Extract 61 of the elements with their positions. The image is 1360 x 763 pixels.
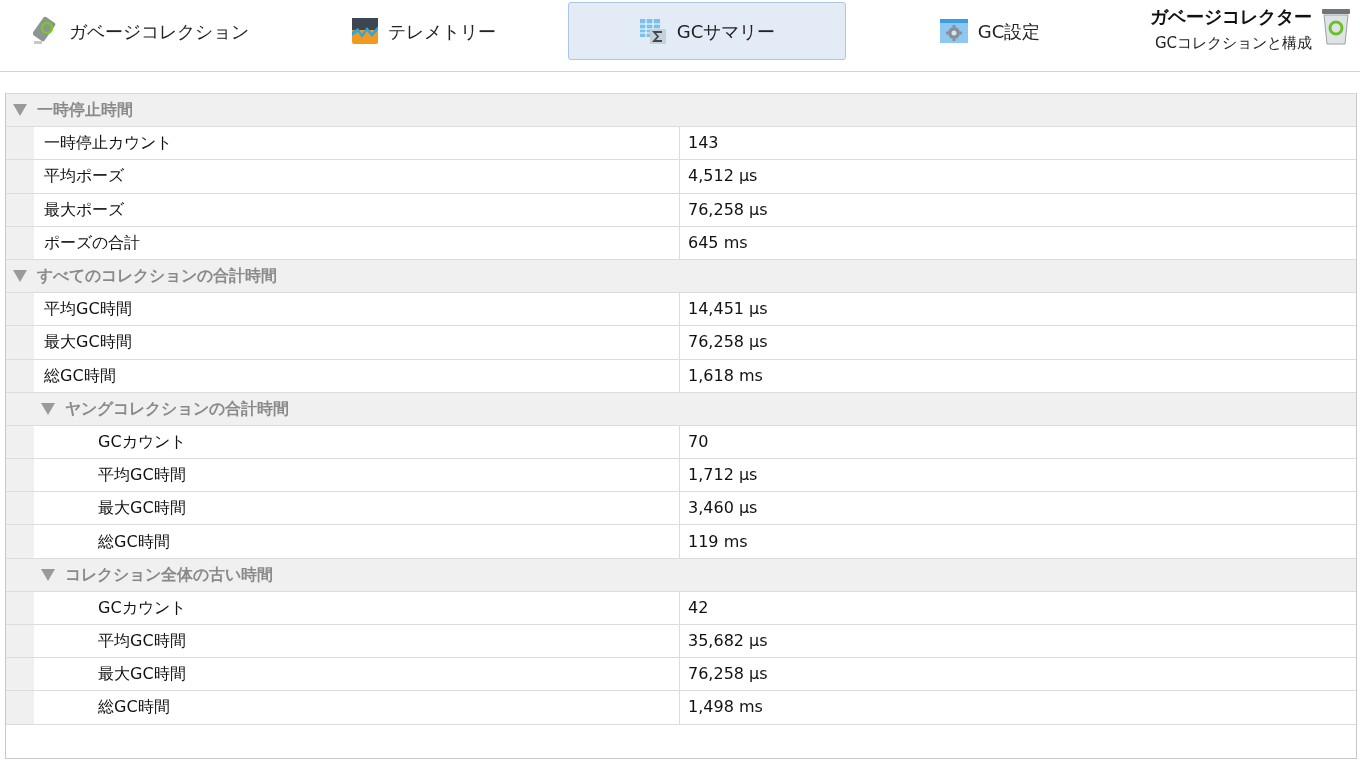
property-value-cell-text: 143 xyxy=(687,132,720,155)
property-value-cell-text: 4,512 µs xyxy=(687,165,759,188)
gear-window-icon xyxy=(939,18,968,44)
row-gutter xyxy=(6,492,34,525)
row-gutter xyxy=(6,127,34,160)
sum-table-icon xyxy=(638,17,667,45)
row-gutter xyxy=(6,293,34,326)
row-gutter xyxy=(6,160,34,193)
toolbar-tab[interactable]: GC設定 xyxy=(851,2,1129,60)
row-gutter xyxy=(6,425,34,459)
property-value-cell-text: 76,258 µs xyxy=(687,331,769,354)
property-name-cell: 平均ポーズ xyxy=(34,160,680,193)
property-value-cell-text: 14,451 µs xyxy=(687,298,769,321)
property-name-cell: 最大GC時間 xyxy=(34,658,680,691)
property-value-cell-text: 3,460 µs xyxy=(687,497,759,520)
toolbar-tab[interactable]: ガベージコレクション xyxy=(2,2,280,60)
property-name-cell: GCカウント xyxy=(34,591,680,624)
expand-toggle-icon[interactable] xyxy=(41,568,55,581)
property-value-cell-text: 42 xyxy=(687,596,710,619)
row-gutter xyxy=(6,525,34,558)
expand-toggle-icon[interactable] xyxy=(41,402,55,415)
property-name-cell: 最大GC時間 xyxy=(34,326,680,359)
group-label: コレクション全体の古い時間 xyxy=(65,563,273,586)
row-gutter xyxy=(6,625,34,658)
property-value-cell-text: 645 ms xyxy=(687,231,749,254)
row-gutter xyxy=(6,359,34,392)
property-value-cell-text: 119 ms xyxy=(687,530,749,553)
property-value-cell-text: 35,682 µs xyxy=(687,630,769,653)
property-name-cell: 一時停止カウント xyxy=(34,127,680,160)
property-value-cell-text: 1,712 µs xyxy=(687,464,759,487)
panel-title: ガベージコレクター xyxy=(1150,6,1312,28)
property-name-cell: 総GC時間 xyxy=(34,525,680,558)
row-gutter xyxy=(6,658,34,691)
row-gutter xyxy=(6,459,34,492)
property-name-cell: 最大ポーズ xyxy=(34,193,680,226)
property-value-cell-text: 1,498 ms xyxy=(687,696,764,719)
chart-icon xyxy=(352,18,378,44)
property-name-cell: 総GC時間 xyxy=(34,691,680,724)
property-name-cell: 平均GC時間 xyxy=(34,625,680,658)
property-value-cell-text: 76,258 µs xyxy=(687,663,769,686)
group-label: すべてのコレクションの合計時間 xyxy=(37,265,277,288)
panel-subtitle: GCコレクションと構成 xyxy=(1154,32,1312,54)
row-gutter xyxy=(6,226,34,259)
row-gutter xyxy=(6,591,34,624)
row-gutter xyxy=(6,691,34,724)
property-value-cell-text: 76,258 µs xyxy=(687,198,769,221)
group-label: ヤングコレクションの合計時間 xyxy=(65,397,289,420)
property-name-cell: 平均GC時間 xyxy=(34,293,680,326)
property-name-cell: 平均GC時間 xyxy=(34,459,680,492)
property-name-cell: 総GC時間 xyxy=(34,359,680,392)
property-name-cell: 最大GC時間 xyxy=(34,492,680,525)
row-gutter xyxy=(6,193,34,226)
row-gutter xyxy=(6,326,34,359)
property-name-cell: ポーズの合計 xyxy=(34,226,680,259)
property-name-cell: GCカウント xyxy=(34,425,680,459)
toolbar-tab[interactable]: テレメトリー xyxy=(285,2,563,60)
property-value-cell-text: 70 xyxy=(687,430,710,453)
toolbar-tab[interactable]: GCサマリー xyxy=(568,2,846,60)
property-value-cell-text: 1,618 ms xyxy=(687,364,764,387)
group-label: 一時停止時間 xyxy=(37,99,133,122)
trash-bin-icon xyxy=(1320,6,1352,46)
